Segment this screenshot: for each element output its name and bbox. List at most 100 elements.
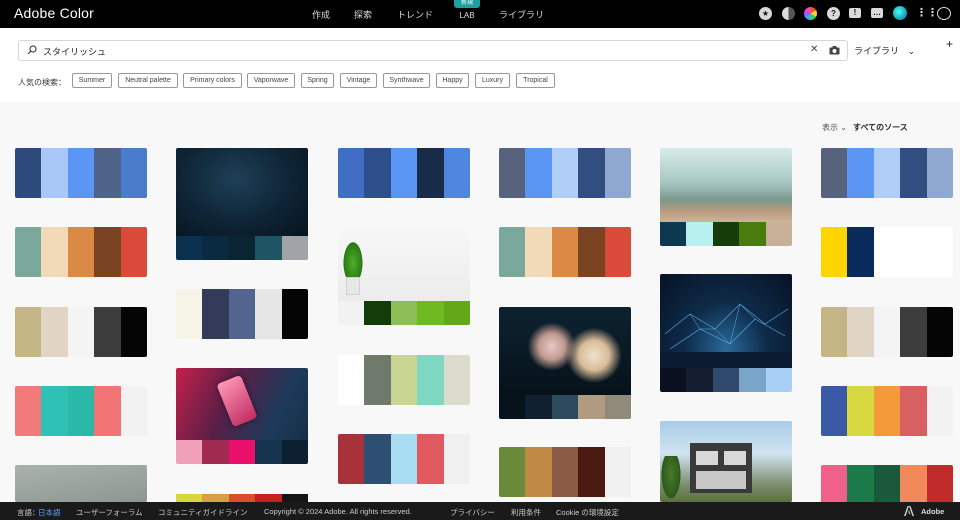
app-brand[interactable]: Adobe Color	[14, 5, 94, 21]
photo-plant	[338, 227, 470, 301]
palette-swatch	[41, 386, 68, 436]
palette-swatch	[821, 307, 848, 357]
tag-luxury[interactable]: Luxury	[475, 73, 510, 88]
palette-card[interactable]	[821, 148, 953, 198]
palette-swatch	[94, 307, 121, 357]
nav-trends[interactable]: トレンド	[397, 8, 433, 21]
color-wheel-icon[interactable]	[804, 7, 817, 20]
palette-swatch	[873, 307, 901, 357]
popular-searches-label: 人気の検索：	[18, 78, 66, 87]
tag-synthwave[interactable]: Synthwave	[383, 73, 430, 88]
tag-happy[interactable]: Happy	[436, 73, 469, 88]
chevron-down-icon: ⌄	[907, 46, 916, 56]
tag-neutral-palette[interactable]: Neutral palette	[118, 73, 178, 88]
image-palette-strip	[660, 368, 792, 392]
nav-create[interactable]: 作成	[312, 8, 330, 21]
palette-swatch	[228, 440, 256, 464]
image-card-office[interactable]	[660, 148, 792, 246]
palette-card[interactable]	[499, 148, 631, 198]
image-card-dark-texture[interactable]	[176, 148, 308, 260]
photo-dark-texture	[176, 148, 308, 236]
palette-swatch	[578, 227, 605, 277]
footer-link-privacy[interactable]: プライバシー	[450, 507, 495, 518]
palette-swatch	[847, 148, 874, 198]
image-card-network-city[interactable]	[660, 274, 792, 392]
tag-vaporwave[interactable]: Vaporwave	[247, 73, 295, 88]
tag-primary-colors[interactable]: Primary colors	[183, 73, 242, 88]
close-icon[interactable]: ✕	[810, 44, 818, 55]
nav-explore[interactable]: 探索	[354, 8, 372, 21]
palette-card[interactable]	[499, 447, 631, 497]
palette-swatch	[443, 301, 470, 325]
language-selector[interactable]: 日本語	[38, 507, 61, 518]
palette-swatch	[255, 236, 282, 260]
star-icon[interactable]: ★	[759, 7, 772, 20]
palette-swatch	[120, 307, 147, 357]
apps-grid-icon[interactable]: ⋮⋮	[916, 7, 938, 20]
image-palette-strip	[176, 236, 308, 260]
footer-link-terms[interactable]: 利用条件	[511, 507, 541, 518]
creative-cloud-icon[interactable]	[937, 7, 951, 20]
photo-office	[660, 148, 792, 222]
palette-card[interactable]	[821, 386, 953, 436]
footer-brand: Adobe	[921, 507, 945, 516]
avatar[interactable]	[893, 6, 907, 20]
palette-swatch	[390, 355, 418, 405]
palette-swatch	[41, 148, 68, 198]
new-badge: 新規	[454, 0, 480, 8]
camera-icon[interactable]	[829, 46, 840, 55]
tag-spring[interactable]: Spring	[301, 73, 334, 88]
image-card-smartphone[interactable]	[176, 368, 308, 464]
image-palette-strip	[660, 222, 792, 246]
palette-swatch	[900, 227, 927, 277]
footer-link-guidelines[interactable]: コミュニティガイドライン	[158, 507, 248, 518]
image-card-partial[interactable]	[15, 465, 147, 502]
tag-summer[interactable]: Summer	[72, 73, 112, 88]
image-card-flowers[interactable]	[499, 307, 631, 419]
palette-swatch	[604, 148, 631, 198]
palette-card[interactable]	[15, 148, 147, 198]
alert-icon[interactable]: !	[849, 8, 861, 18]
language-label: 言語：	[17, 508, 40, 517]
palette-swatch	[873, 148, 901, 198]
nav-lab-label: LAB	[459, 11, 475, 20]
image-card-house[interactable]	[660, 421, 792, 502]
palette-swatch	[15, 386, 42, 436]
palette-swatch	[417, 355, 444, 405]
palette-card[interactable]	[338, 434, 470, 484]
palette-card[interactable]	[15, 307, 147, 357]
palette-card[interactable]	[338, 355, 470, 405]
palette-swatch	[443, 355, 470, 405]
palette-card[interactable]	[338, 148, 470, 198]
tag-tropical[interactable]: Tropical	[516, 73, 555, 88]
palette-card[interactable]	[821, 307, 953, 357]
footer-link-forum[interactable]: ユーザーフォーラム	[76, 507, 143, 518]
palette-card[interactable]	[499, 227, 631, 277]
palette-swatch	[551, 447, 579, 497]
palette-swatch	[712, 222, 740, 246]
palette-card-partial[interactable]	[176, 494, 309, 502]
plus-icon[interactable]: +	[946, 37, 953, 51]
palette-swatch	[390, 301, 418, 325]
help-icon[interactable]: ?	[827, 7, 840, 20]
source-dropdown[interactable]: すべてのソース	[853, 122, 908, 133]
footer-link-cookies[interactable]: Cookie の環境設定	[556, 507, 619, 518]
palette-card[interactable]	[176, 289, 308, 339]
library-select[interactable]: ライブラリ ⌄	[854, 44, 915, 57]
footer: 言語： 日本語 ユーザーフォーラム コミュニティガイドライン Copyright…	[0, 502, 960, 520]
palette-swatch	[499, 227, 526, 277]
palette-card[interactable]	[821, 227, 953, 277]
chat-icon[interactable]: …	[871, 8, 883, 18]
nav-libraries[interactable]: ライブラリ	[499, 8, 544, 21]
palette-swatch	[660, 222, 687, 246]
palette-card[interactable]	[15, 227, 147, 277]
moon-icon[interactable]	[782, 7, 795, 20]
palette-swatch	[364, 355, 391, 405]
view-dropdown[interactable]: 表示 ⌄	[822, 122, 847, 133]
tag-vintage[interactable]: Vintage	[340, 73, 377, 88]
image-card-plant[interactable]	[338, 227, 470, 325]
search-input[interactable]	[43, 43, 803, 59]
nav-lab[interactable]: 新規 LAB	[454, 0, 480, 28]
palette-swatch	[686, 368, 713, 392]
palette-card[interactable]	[15, 386, 147, 436]
